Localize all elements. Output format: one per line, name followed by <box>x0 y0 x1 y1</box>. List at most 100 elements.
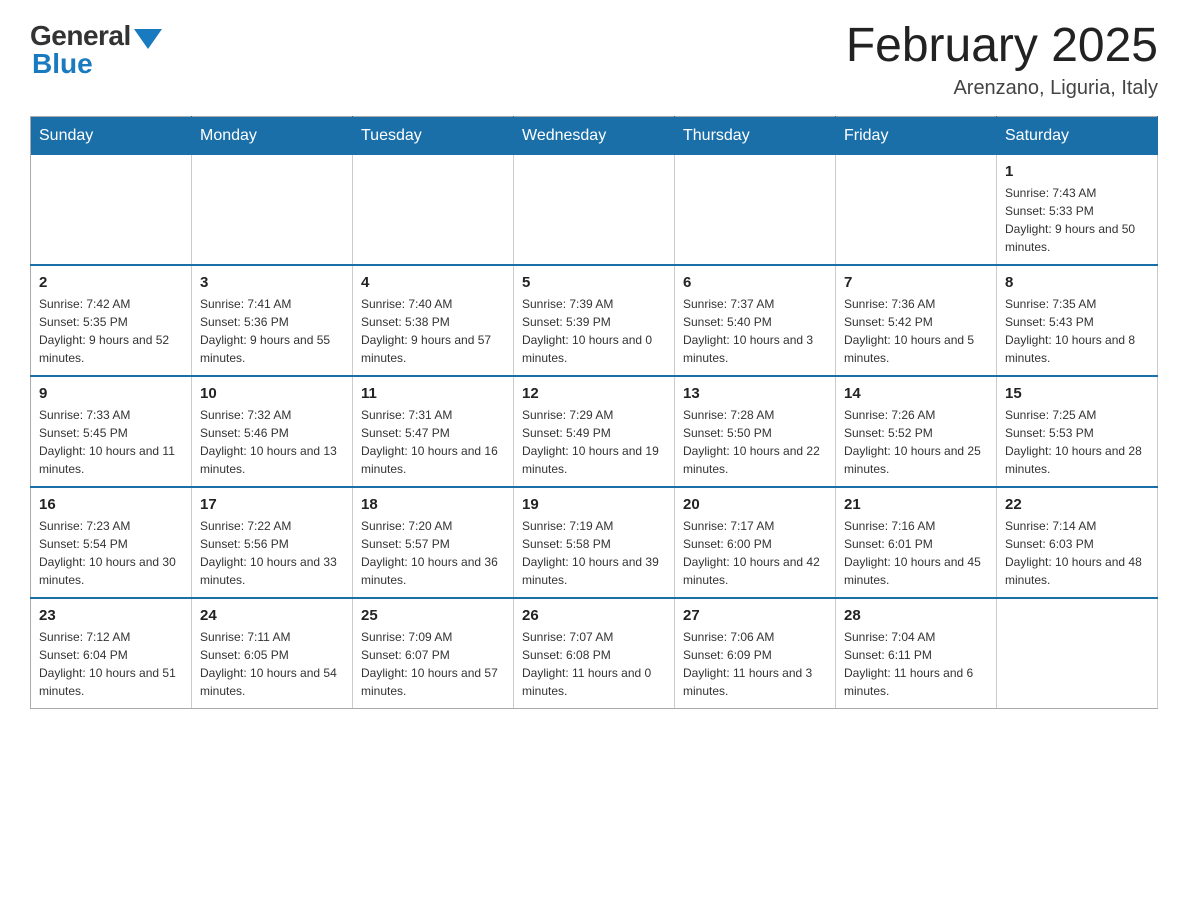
day-number: 5 <box>522 274 666 291</box>
calendar-cell: 19 Sunrise: 7:19 AMSunset: 5:58 PMDayligh… <box>514 487 675 598</box>
day-info: Sunrise: 7:25 AMSunset: 5:53 PMDaylight:… <box>1005 406 1149 478</box>
day-of-week-header: Wednesday <box>514 116 675 155</box>
day-info: Sunrise: 7:29 AMSunset: 5:49 PMDaylight:… <box>522 406 666 478</box>
day-info: Sunrise: 7:43 AMSunset: 5:33 PMDaylight:… <box>1005 184 1149 256</box>
day-number: 23 <box>39 607 183 624</box>
day-info: Sunrise: 7:26 AMSunset: 5:52 PMDaylight:… <box>844 406 988 478</box>
day-number: 15 <box>1005 385 1149 402</box>
day-info: Sunrise: 7:17 AMSunset: 6:00 PMDaylight:… <box>683 517 827 589</box>
calendar-cell: 7 Sunrise: 7:36 AMSunset: 5:42 PMDaylight… <box>836 265 997 376</box>
calendar-cell: 25 Sunrise: 7:09 AMSunset: 6:07 PMDayligh… <box>353 598 514 709</box>
day-info: Sunrise: 7:39 AMSunset: 5:39 PMDaylight:… <box>522 295 666 367</box>
day-number: 1 <box>1005 163 1149 180</box>
day-number: 6 <box>683 274 827 291</box>
calendar-cell <box>836 155 997 265</box>
day-number: 9 <box>39 385 183 402</box>
day-of-week-header: Thursday <box>675 116 836 155</box>
calendar-cell: 5 Sunrise: 7:39 AMSunset: 5:39 PMDaylight… <box>514 265 675 376</box>
day-number: 18 <box>361 496 505 513</box>
day-number: 27 <box>683 607 827 624</box>
day-number: 13 <box>683 385 827 402</box>
day-info: Sunrise: 7:11 AMSunset: 6:05 PMDaylight:… <box>200 628 344 700</box>
calendar-week-row: 1 Sunrise: 7:43 AMSunset: 5:33 PMDaylight… <box>31 155 1158 265</box>
day-number: 11 <box>361 385 505 402</box>
calendar-cell: 27 Sunrise: 7:06 AMSunset: 6:09 PMDayligh… <box>675 598 836 709</box>
calendar-cell: 17 Sunrise: 7:22 AMSunset: 5:56 PMDayligh… <box>192 487 353 598</box>
day-info: Sunrise: 7:22 AMSunset: 5:56 PMDaylight:… <box>200 517 344 589</box>
calendar-header-row: SundayMondayTuesdayWednesdayThursdayFrid… <box>31 116 1158 155</box>
day-of-week-header: Saturday <box>997 116 1158 155</box>
calendar-cell <box>353 155 514 265</box>
day-number: 14 <box>844 385 988 402</box>
calendar-cell: 13 Sunrise: 7:28 AMSunset: 5:50 PMDayligh… <box>675 376 836 487</box>
day-number: 17 <box>200 496 344 513</box>
day-of-week-header: Monday <box>192 116 353 155</box>
day-info: Sunrise: 7:07 AMSunset: 6:08 PMDaylight:… <box>522 628 666 700</box>
calendar-cell: 8Sunrise: 7:35 AMSunset: 5:43 PMDaylight… <box>997 265 1158 376</box>
day-number: 16 <box>39 496 183 513</box>
day-info: Sunrise: 7:36 AMSunset: 5:42 PMDaylight:… <box>844 295 988 367</box>
day-number: 24 <box>200 607 344 624</box>
calendar-cell <box>192 155 353 265</box>
day-info: Sunrise: 7:09 AMSunset: 6:07 PMDaylight:… <box>361 628 505 700</box>
calendar-table: SundayMondayTuesdayWednesdayThursdayFrid… <box>30 116 1158 709</box>
logo-blue-text: Blue <box>32 48 93 80</box>
day-info: Sunrise: 7:28 AMSunset: 5:50 PMDaylight:… <box>683 406 827 478</box>
day-info: Sunrise: 7:40 AMSunset: 5:38 PMDaylight:… <box>361 295 505 367</box>
calendar-cell: 23Sunrise: 7:12 AMSunset: 6:04 PMDayligh… <box>31 598 192 709</box>
day-number: 22 <box>1005 496 1149 513</box>
month-title: February 2025 <box>846 20 1158 73</box>
day-number: 26 <box>522 607 666 624</box>
calendar-cell: 22 Sunrise: 7:14 AMSunset: 6:03 PMDayligh… <box>997 487 1158 598</box>
day-number: 4 <box>361 274 505 291</box>
calendar-cell: 18 Sunrise: 7:20 AMSunset: 5:57 PMDayligh… <box>353 487 514 598</box>
calendar-cell: 4 Sunrise: 7:40 AMSunset: 5:38 PMDaylight… <box>353 265 514 376</box>
calendar-cell: 11Sunrise: 7:31 AMSunset: 5:47 PMDayligh… <box>353 376 514 487</box>
calendar-cell: 24 Sunrise: 7:11 AMSunset: 6:05 PMDayligh… <box>192 598 353 709</box>
day-info: Sunrise: 7:06 AMSunset: 6:09 PMDaylight:… <box>683 628 827 700</box>
logo-arrow-icon <box>134 29 162 49</box>
calendar-cell: 6 Sunrise: 7:37 AMSunset: 5:40 PMDaylight… <box>675 265 836 376</box>
day-info: Sunrise: 7:16 AMSunset: 6:01 PMDaylight:… <box>844 517 988 589</box>
day-info: Sunrise: 7:20 AMSunset: 5:57 PMDaylight:… <box>361 517 505 589</box>
calendar-cell: 2Sunrise: 7:42 AMSunset: 5:35 PMDaylight… <box>31 265 192 376</box>
day-info: Sunrise: 7:19 AMSunset: 5:58 PMDaylight:… <box>522 517 666 589</box>
day-of-week-header: Friday <box>836 116 997 155</box>
calendar-cell <box>997 598 1158 709</box>
day-number: 7 <box>844 274 988 291</box>
day-of-week-header: Tuesday <box>353 116 514 155</box>
day-number: 19 <box>522 496 666 513</box>
calendar-cell: 3Sunrise: 7:41 AMSunset: 5:36 PMDaylight… <box>192 265 353 376</box>
location-subtitle: Arenzano, Liguria, Italy <box>846 77 1158 100</box>
day-number: 8 <box>1005 274 1149 291</box>
calendar-cell <box>675 155 836 265</box>
calendar-cell: 14 Sunrise: 7:26 AMSunset: 5:52 PMDayligh… <box>836 376 997 487</box>
calendar-cell: 20Sunrise: 7:17 AMSunset: 6:00 PMDayligh… <box>675 487 836 598</box>
day-info: Sunrise: 7:04 AMSunset: 6:11 PMDaylight:… <box>844 628 988 700</box>
day-info: Sunrise: 7:37 AMSunset: 5:40 PMDaylight:… <box>683 295 827 367</box>
calendar-week-row: 9 Sunrise: 7:33 AMSunset: 5:45 PMDaylight… <box>31 376 1158 487</box>
logo: General Blue <box>30 20 162 80</box>
calendar-cell: 15 Sunrise: 7:25 AMSunset: 5:53 PMDayligh… <box>997 376 1158 487</box>
day-of-week-header: Sunday <box>31 116 192 155</box>
calendar-week-row: 23Sunrise: 7:12 AMSunset: 6:04 PMDayligh… <box>31 598 1158 709</box>
calendar-cell: 21Sunrise: 7:16 AMSunset: 6:01 PMDayligh… <box>836 487 997 598</box>
day-info: Sunrise: 7:14 AMSunset: 6:03 PMDaylight:… <box>1005 517 1149 589</box>
day-info: Sunrise: 7:33 AMSunset: 5:45 PMDaylight:… <box>39 406 183 478</box>
day-info: Sunrise: 7:42 AMSunset: 5:35 PMDaylight:… <box>39 295 183 367</box>
calendar-cell: 28 Sunrise: 7:04 AMSunset: 6:11 PMDayligh… <box>836 598 997 709</box>
calendar-cell <box>514 155 675 265</box>
calendar-week-row: 16Sunrise: 7:23 AMSunset: 5:54 PMDayligh… <box>31 487 1158 598</box>
calendar-cell: 10Sunrise: 7:32 AMSunset: 5:46 PMDayligh… <box>192 376 353 487</box>
day-number: 12 <box>522 385 666 402</box>
calendar-cell: 16Sunrise: 7:23 AMSunset: 5:54 PMDayligh… <box>31 487 192 598</box>
day-number: 28 <box>844 607 988 624</box>
calendar-cell: 12 Sunrise: 7:29 AMSunset: 5:49 PMDayligh… <box>514 376 675 487</box>
day-number: 25 <box>361 607 505 624</box>
calendar-cell: 9 Sunrise: 7:33 AMSunset: 5:45 PMDaylight… <box>31 376 192 487</box>
day-info: Sunrise: 7:41 AMSunset: 5:36 PMDaylight:… <box>200 295 344 367</box>
calendar-cell <box>31 155 192 265</box>
calendar-cell: 1 Sunrise: 7:43 AMSunset: 5:33 PMDaylight… <box>997 155 1158 265</box>
day-number: 10 <box>200 385 344 402</box>
calendar-cell: 26 Sunrise: 7:07 AMSunset: 6:08 PMDayligh… <box>514 598 675 709</box>
